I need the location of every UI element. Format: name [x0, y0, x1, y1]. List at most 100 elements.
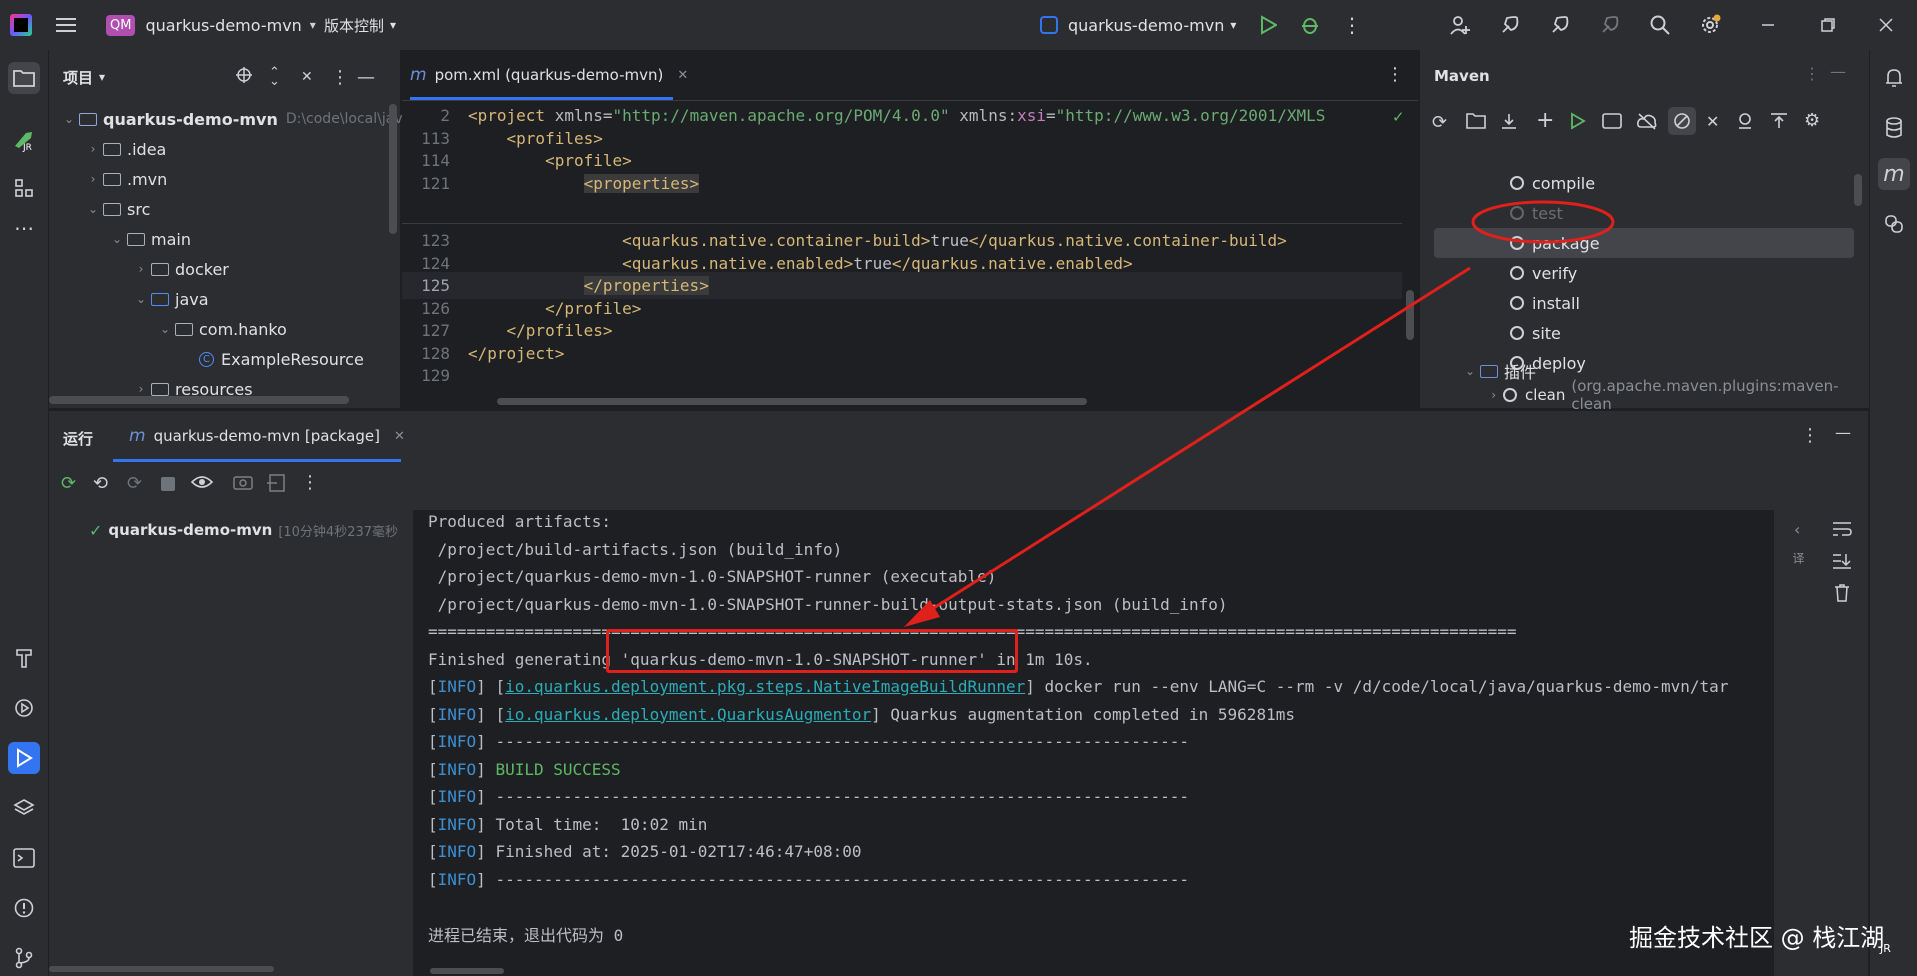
download-icon[interactable] [1500, 112, 1518, 134]
run-icon[interactable] [1254, 11, 1282, 39]
close-icon[interactable] [1872, 11, 1900, 39]
maven-goal-site[interactable]: site [1510, 318, 1561, 348]
editor-vertical-scrollbar[interactable] [1406, 290, 1414, 340]
search-icon[interactable] [1646, 11, 1674, 39]
chevron-down-icon[interactable]: ⌄ [83, 202, 103, 216]
skip-tests-icon[interactable] [1668, 107, 1696, 135]
project-panel-title[interactable]: 项目 [63, 67, 93, 88]
project-tree-item[interactable]: › docker [131, 254, 229, 284]
maven-goal-test[interactable]: test [1510, 198, 1563, 228]
hide-panel-icon[interactable]: — [357, 67, 375, 88]
notifications-bell-icon[interactable] [1878, 62, 1910, 94]
close-tab-icon[interactable]: ✕ [677, 68, 688, 83]
run-tool-icon[interactable] [8, 742, 40, 774]
project-tree-item[interactable]: ⌄ quarkus-demo-mvn D:\code\local\java [59, 104, 411, 134]
expand-all-icon[interactable]: ⌃ ⌄ [269, 66, 280, 88]
jrebel-icon[interactable]: JR [8, 124, 40, 156]
project-tree-item[interactable]: C ExampleResource [179, 344, 364, 374]
chevron-right-icon[interactable]: › [83, 142, 103, 156]
maven-hide-icon[interactable]: — [1830, 62, 1846, 81]
chevron-down-icon[interactable]: ▾ [99, 70, 105, 84]
code-line[interactable]: 129 [402, 362, 1402, 389]
scroll-to-end-icon[interactable] [1832, 552, 1852, 574]
chevron-right-icon[interactable]: › [83, 172, 103, 186]
chevron-right-icon[interactable]: › [131, 262, 151, 276]
project-tree-item[interactable]: ⌄ java [131, 284, 209, 314]
editor-more-icon[interactable]: ⋮ [1386, 64, 1404, 85]
maven-plugin-clean-row[interactable]: › clean (org.apache.maven.plugins:maven-… [1484, 377, 1869, 413]
build-hammer-icon[interactable] [8, 642, 40, 674]
services-icon[interactable] [8, 692, 40, 724]
editor-horizontal-scrollbar[interactable] [497, 398, 1087, 405]
show-dependencies-icon[interactable] [1736, 112, 1754, 134]
add-folder-icon[interactable] [1466, 112, 1486, 134]
maven-settings-icon[interactable]: ⚙ [1804, 110, 1820, 131]
rerun-icon[interactable]: ⟳ [61, 473, 76, 494]
reload-icon[interactable]: ⟳ [1432, 112, 1447, 133]
collapse-all-icon[interactable]: ✕ [301, 69, 313, 85]
debug-icon[interactable] [1296, 11, 1324, 39]
clear-trash-icon[interactable] [1834, 584, 1850, 606]
restore-icon[interactable] [1814, 11, 1842, 39]
maven-goal-compile[interactable]: compile [1510, 168, 1595, 198]
terminal-icon[interactable] [8, 842, 40, 874]
console-horizontal-scrollbar[interactable] [430, 968, 504, 974]
run-config-selector[interactable]: quarkus-demo-mvn ▾ [1040, 0, 1236, 50]
minimize-icon[interactable] [1754, 11, 1782, 39]
project-switcher[interactable]: QM quarkus-demo-mvn ▾ [106, 0, 316, 50]
chevron-down-icon[interactable]: ⌄ [131, 292, 151, 306]
project-tree-item[interactable]: ⌄ com.hanko [155, 314, 287, 344]
maven-vertical-scrollbar[interactable] [1854, 174, 1862, 206]
run-maven-icon[interactable] [1570, 112, 1586, 134]
offline-mode-icon[interactable] [1636, 112, 1658, 134]
run-tree-scrollbar[interactable] [49, 966, 274, 972]
align-icon[interactable] [1770, 112, 1788, 134]
eye-icon[interactable] [190, 474, 214, 494]
editor-tab-pom[interactable]: m pom.xml (quarkus-demo-mvn) ✕ [410, 50, 688, 100]
project-tool-icon[interactable] [8, 62, 40, 94]
maven-goal-verify[interactable]: verify [1510, 258, 1577, 288]
chevron-down-icon[interactable]: ⌄ [59, 112, 79, 126]
chevron-right-icon[interactable]: › [131, 382, 151, 396]
project-tree-item[interactable]: ⌄ src [83, 194, 150, 224]
soft-wrap-icon[interactable] [1832, 520, 1852, 542]
code-line[interactable]: 121 <properties> [402, 170, 1402, 197]
run-tree-item[interactable]: ✓ quarkus-demo-mvn [10分钟4秒237毫秒 [89, 518, 398, 542]
main-menu-icon[interactable] [56, 0, 78, 50]
maven-options-icon[interactable]: ⋮ [1804, 64, 1820, 83]
layers-icon[interactable] [8, 792, 40, 824]
project-vertical-scrollbar[interactable] [389, 104, 397, 234]
translate-icon[interactable]: 译 [1790, 552, 1807, 564]
code-area[interactable]: 2 <project xmlns="http://maven.apache.org… [402, 101, 1402, 408]
vcs-menu[interactable]: 版本控制 ▾ [324, 0, 396, 50]
console-output[interactable]: Produced artifacts: /project/build-artif… [414, 510, 1774, 976]
close-tab-icon[interactable]: ✕ [394, 429, 405, 444]
execute-goal-icon[interactable] [1602, 112, 1622, 134]
maven-goal-install[interactable]: install [1510, 288, 1580, 318]
maven-goal-package[interactable]: package [1434, 228, 1854, 258]
add-icon[interactable]: + [1536, 108, 1554, 133]
collapse-left-icon[interactable]: ‹ [1794, 520, 1800, 539]
git-branch-icon[interactable] [8, 942, 40, 974]
deploy-rocket-icon[interactable] [1546, 11, 1574, 39]
console-vertical-scrollbar[interactable] [1774, 510, 1784, 976]
run-options-icon[interactable]: ⋮ [1801, 425, 1819, 446]
python-console-icon[interactable] [1878, 208, 1910, 240]
chevron-down-icon[interactable]: ⌄ [107, 232, 127, 246]
more-run-actions-icon[interactable]: ⋮ [301, 472, 319, 493]
maven-tool-icon[interactable]: m [1878, 158, 1910, 190]
run-hide-icon[interactable]: — [1835, 423, 1851, 442]
settings-gear-icon[interactable] [1696, 11, 1724, 39]
run-tab-package[interactable]: m quarkus-demo-mvn [package] ✕ [129, 411, 405, 461]
locate-icon[interactable] [235, 66, 253, 88]
project-tree-item[interactable]: › .mvn [83, 164, 168, 194]
structure-icon[interactable] [8, 172, 40, 204]
options-icon[interactable]: ⋮ [331, 67, 349, 88]
chevron-down-icon[interactable]: ⌄ [155, 322, 175, 336]
more-actions-icon[interactable]: ⋮ [1338, 11, 1366, 39]
project-tree-item[interactable]: ⌄ main [107, 224, 191, 254]
problems-icon[interactable] [8, 892, 40, 924]
more-tools-icon[interactable]: ⋯ [8, 212, 40, 244]
project-tree-item[interactable]: › .idea [83, 134, 167, 164]
rocket-icon[interactable] [1496, 11, 1524, 39]
